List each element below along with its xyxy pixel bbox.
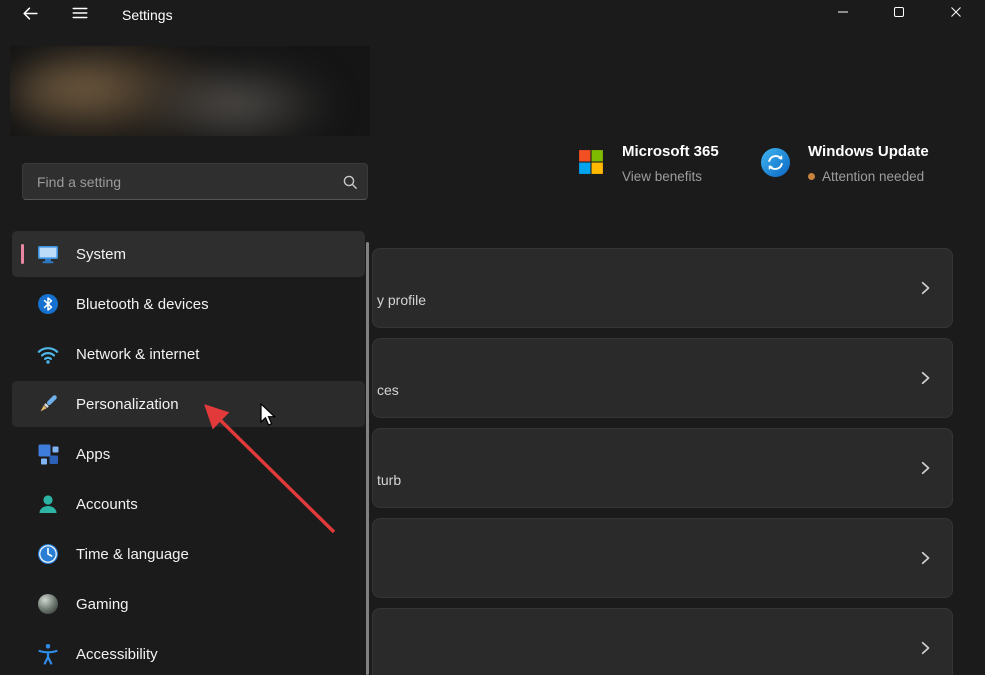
chevron-right-icon [918, 641, 932, 655]
maximize-icon [893, 5, 905, 23]
sidebar-item-gaming[interactable]: Gaming [12, 581, 365, 627]
wifi-icon [36, 342, 60, 366]
settings-card-row[interactable] [372, 518, 953, 598]
navigation-menu-button[interactable] [64, 2, 96, 29]
windows-update-icon [760, 147, 791, 178]
close-button[interactable] [933, 0, 979, 27]
search-input[interactable] [23, 174, 333, 190]
settings-card-row[interactable] [372, 608, 953, 675]
sidebar-item-apps[interactable]: Apps [12, 431, 365, 477]
window-title: Settings [122, 7, 173, 23]
chevron-right-icon [918, 551, 932, 565]
windows-update-title: Windows Update [808, 143, 929, 160]
sidebar-item-label: Gaming [76, 596, 129, 613]
paintbrush-icon [36, 392, 60, 416]
hamburger-icon [71, 4, 89, 27]
user-profile-blurred[interactable] [10, 46, 370, 136]
minimize-icon [837, 5, 849, 23]
sidebar-item-system[interactable]: System [12, 231, 365, 277]
chevron-right-icon [918, 371, 932, 385]
settings-card-row[interactable]: ces [372, 338, 953, 418]
search-box [22, 163, 368, 200]
minimize-button[interactable] [820, 0, 866, 27]
attention-dot [808, 173, 815, 180]
back-button[interactable] [14, 2, 46, 29]
search-icon[interactable] [333, 174, 367, 190]
chevron-right-icon [918, 461, 932, 475]
sidebar-item-label: System [76, 246, 126, 263]
close-icon [950, 5, 962, 23]
sidebar-item-accounts[interactable]: Accounts [12, 481, 365, 527]
sidebar-item-label: Personalization [76, 396, 179, 413]
xbox-sphere-icon [36, 592, 60, 616]
clock-icon [36, 542, 60, 566]
sidebar-item-label: Time & language [76, 546, 189, 563]
maximize-button[interactable] [876, 0, 922, 27]
sidebar-item-accessibility[interactable]: Accessibility [12, 631, 365, 675]
sidebar-item-label: Apps [76, 446, 110, 463]
chevron-right-icon [918, 281, 932, 295]
windows-update-status: Attention needed [822, 169, 924, 184]
sidebar-item-label: Bluetooth & devices [76, 296, 209, 313]
sidebar-item-time-language[interactable]: Time & language [12, 531, 365, 577]
profile-blur-blob [140, 64, 330, 136]
sidebar-scrollbar[interactable] [366, 242, 369, 675]
sidebar-item-personalization[interactable]: Personalization [12, 381, 365, 427]
settings-window: Settings System Blue [0, 0, 985, 675]
card-text-fragment: y profile [377, 292, 426, 308]
sidebar-item-label: Accounts [76, 496, 138, 513]
card-text-fragment: turb [377, 472, 401, 488]
back-arrow-icon [22, 5, 39, 27]
microsoft-365-title: Microsoft 365 [622, 143, 719, 160]
bluetooth-icon [36, 292, 60, 316]
view-benefits-link[interactable]: View benefits [622, 169, 702, 184]
card-text-fragment: ces [377, 382, 399, 398]
sidebar-item-bluetooth-devices[interactable]: Bluetooth & devices [12, 281, 365, 327]
system-icon [36, 242, 60, 266]
microsoft-logo-icon [578, 149, 604, 175]
sidebar-item-label: Accessibility [76, 646, 158, 663]
person-icon [36, 492, 60, 516]
selected-indicator [21, 244, 24, 264]
apps-icon [36, 442, 60, 466]
sidebar-item-network-internet[interactable]: Network & internet [12, 331, 365, 377]
sidebar-item-label: Network & internet [76, 346, 199, 363]
settings-card-row[interactable]: y profile [372, 248, 953, 328]
accessibility-icon [36, 642, 60, 666]
settings-card-row[interactable]: turb [372, 428, 953, 508]
